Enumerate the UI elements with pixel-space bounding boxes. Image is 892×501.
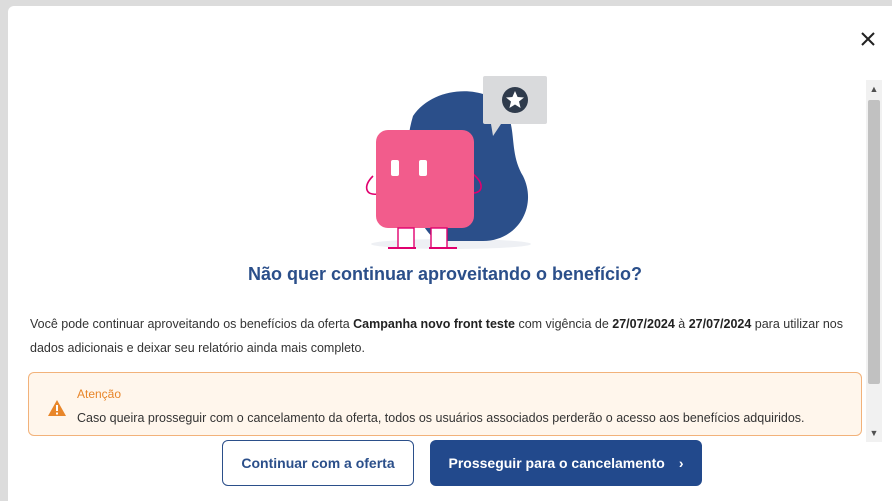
scrollbar-thumb[interactable] [868, 100, 880, 384]
offer-name: Campanha novo front teste [353, 317, 515, 331]
proceed-cancel-button[interactable]: Prosseguir para o cancelamento › [430, 440, 702, 486]
description-part: com vigência de [514, 317, 613, 331]
proceed-cancel-label: Prosseguir para o cancelamento [448, 455, 665, 471]
scroll-up-arrow-icon[interactable]: ▲ [866, 82, 882, 96]
star-icon [502, 87, 528, 113]
modal-title: Não quer continuar aproveitando o benefí… [247, 264, 643, 284]
start-date: 27/07/2024 [612, 317, 675, 331]
description-part: à [674, 317, 689, 331]
close-button[interactable] [857, 28, 879, 50]
end-date: 27/07/2024 [688, 317, 752, 331]
cancel-offer-modal: ▲ ▼ Não quer continuar aproveitando o be… [8, 6, 892, 501]
continue-offer-button[interactable]: Continuar com a oferta [222, 440, 414, 486]
chevron-right-icon: › [678, 455, 684, 471]
mascot-illustration [365, 76, 547, 249]
warning-icon [48, 400, 66, 416]
description-part: Você pode continuar aproveitando os bene… [30, 317, 354, 331]
scroll-down-arrow-icon[interactable]: ▼ [866, 426, 882, 440]
alert-text: Caso queira prosseguir com o cancelament… [77, 411, 805, 425]
scrollbar[interactable]: ▲ ▼ [866, 80, 882, 442]
continue-offer-label: Continuar com a oferta [241, 455, 395, 471]
description-text: Você pode continuar aproveitando os bene… [30, 312, 850, 360]
warning-alert: Atenção Caso queira prosseguir com o can… [28, 372, 862, 436]
alert-title: Atenção [77, 387, 122, 401]
close-icon[interactable] [857, 28, 879, 50]
